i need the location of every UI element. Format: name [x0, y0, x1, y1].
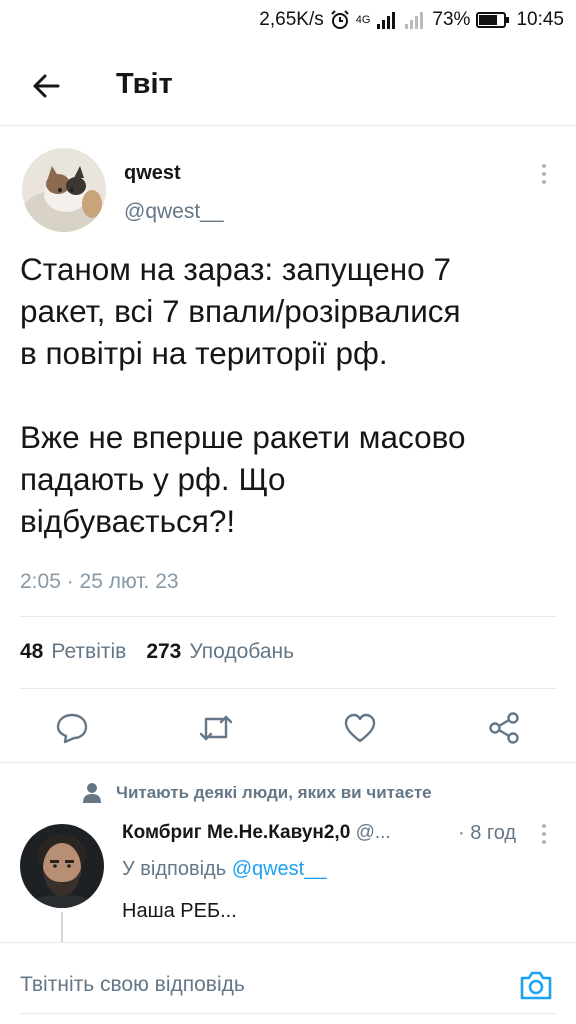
retweet-button[interactable]	[196, 708, 236, 748]
compose-underline	[20, 1013, 556, 1014]
author-avatar[interactable]	[22, 148, 106, 232]
more-dots-icon	[542, 824, 546, 828]
reply-author-name[interactable]: Комбриг Ме.Не.Кавун2,0 @...	[122, 822, 391, 844]
likes-label: Уподобань	[189, 640, 295, 663]
retweets-stat[interactable]: 48 Ретвітів	[20, 640, 126, 664]
retweets-label: Ретвітів	[51, 640, 127, 663]
network-speed: 2,65K/s	[259, 9, 324, 30]
more-options-button[interactable]	[530, 160, 558, 188]
reply-text: Наша РЕБ...	[122, 900, 237, 922]
reply-author-handle: @...	[355, 822, 391, 843]
back-button[interactable]	[26, 66, 66, 106]
thread-line	[61, 912, 63, 942]
retweets-count: 48	[20, 640, 44, 663]
signal-icon-2	[404, 10, 426, 30]
compose-bar	[0, 942, 576, 1024]
reply-button[interactable]	[52, 708, 92, 748]
person-icon	[83, 783, 101, 803]
tweet-timestamp: 2:05 · 25 лют. 23	[20, 570, 179, 593]
reply-more-options-button[interactable]	[530, 820, 558, 848]
author-name[interactable]: qwest	[124, 162, 181, 185]
app-header: Твіт	[0, 44, 576, 126]
network-type: 4G	[355, 14, 371, 26]
tweet-text: Станом на зараз: запущено 7 ракет, всі 7…	[20, 251, 466, 539]
author-handle[interactable]: @qwest__	[124, 200, 224, 224]
reply-to-mention[interactable]: @qwest__	[232, 858, 327, 880]
retweet-icon	[199, 715, 233, 741]
heart-icon	[344, 713, 376, 743]
reply-icon	[56, 713, 88, 744]
divider	[20, 688, 556, 689]
reply-time: · 8 год	[458, 822, 517, 844]
like-button[interactable]	[340, 708, 380, 748]
reply-author-avatar[interactable]	[20, 824, 104, 908]
battery-percent: 73%	[432, 9, 471, 30]
status-bar: 2,65K/s 4G 73% 10:45	[0, 0, 576, 40]
reply-to-line: У відповідь @qwest__	[122, 858, 327, 880]
divider	[20, 616, 556, 617]
arrow-left-icon	[33, 74, 60, 98]
tweet-stats: 48 Ретвітів 273 Уподобань	[20, 640, 294, 664]
action-bar	[0, 700, 576, 756]
page-title: Твіт	[116, 68, 173, 100]
camera-icon	[520, 971, 552, 1000]
alarm-icon	[330, 10, 350, 30]
share-icon	[489, 712, 519, 744]
likes-count: 273	[146, 640, 182, 663]
reply-compose-input[interactable]	[20, 955, 500, 1015]
social-context-text: Читають деякі люди, яких ви читаєте	[116, 783, 432, 802]
social-context: Читають деякі люди, яких ви читаєте	[82, 782, 432, 804]
more-dots-icon	[542, 164, 546, 168]
clock: 10:45	[516, 9, 564, 30]
signal-icon	[376, 10, 398, 30]
likes-stat[interactable]: 273 Уподобань	[146, 640, 294, 664]
section-divider	[0, 762, 576, 763]
share-button[interactable]	[484, 708, 524, 748]
camera-button[interactable]	[516, 965, 556, 1005]
battery-icon	[476, 11, 510, 29]
